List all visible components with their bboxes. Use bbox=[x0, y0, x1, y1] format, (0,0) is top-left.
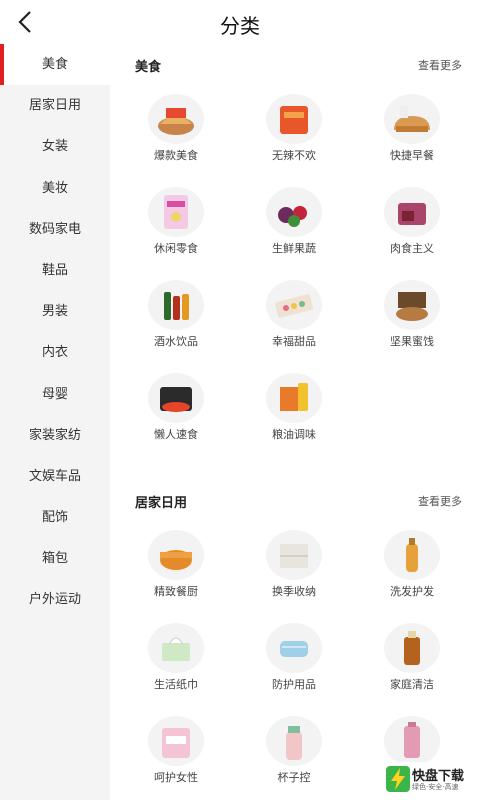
tissue-icon bbox=[148, 623, 204, 673]
mask-icon bbox=[266, 623, 322, 673]
subcategory-label: 休闲零食 bbox=[154, 242, 198, 255]
bottles-icon bbox=[148, 280, 204, 330]
section-title: 居家日用 bbox=[135, 496, 188, 511]
subcategory-label: 粮油调味 bbox=[272, 428, 316, 441]
subcategory-label: 呵护女性 bbox=[154, 771, 198, 784]
subcategory-item[interactable]: 杯子控 bbox=[233, 706, 351, 799]
pot-icon bbox=[148, 530, 204, 580]
category-content: 美食 查看更多 爆款美食 无辣不欢 快捷早餐 休闲零食 生鲜果蔬 肉食主义 酒水饮品 幸福甜品 坚果… bbox=[110, 44, 480, 800]
subcategory-label: 幸福甜品 bbox=[272, 335, 316, 348]
shampoo-icon bbox=[384, 530, 440, 580]
watermark-logo: 快盘下载 绿色·安全·高速 bbox=[382, 762, 474, 796]
subcategory-label: 肉食主义 bbox=[390, 242, 434, 255]
category-sidebar: 美食 居家日用 女装 美妆 数码家电 鞋品 男装 内衣 母婴 家装家纺 文娱车品 配饰 箱包 户外运动 bbox=[0, 44, 110, 800]
sidebar-item[interactable]: 女装 bbox=[0, 126, 110, 167]
subcategory-item[interactable]: 坚果蜜饯 bbox=[351, 270, 469, 363]
storage-box-icon bbox=[266, 530, 322, 580]
subcategory-label: 洗发护发 bbox=[390, 585, 434, 598]
subcategory-item[interactable]: 粮油调味 bbox=[233, 363, 351, 456]
sidebar-item[interactable]: 居家日用 bbox=[0, 85, 110, 126]
subcategory-item[interactable]: 呵护女性 bbox=[115, 706, 233, 799]
subcategory-label: 爆款美食 bbox=[154, 149, 198, 162]
subcategory-label: 酒水饮品 bbox=[154, 335, 198, 348]
watermark-subtext: 绿色·安全·高速 bbox=[412, 783, 459, 791]
subcategory-item[interactable]: 精致餐厨 bbox=[115, 520, 233, 613]
macaron-box-icon bbox=[266, 280, 322, 330]
subcategory-item[interactable]: 休闲零食 bbox=[115, 177, 233, 270]
sidebar-item[interactable]: 家装家纺 bbox=[0, 415, 110, 456]
view-more-link[interactable]: 查看更多 bbox=[418, 493, 462, 509]
section-header: 美食 查看更多 bbox=[110, 44, 480, 84]
subcategory-item[interactable]: 洗发护发 bbox=[351, 520, 469, 613]
subcategory-label: 杯子控 bbox=[277, 771, 311, 784]
subcategory-label: 坚果蜜饯 bbox=[390, 335, 434, 348]
sidebar-item[interactable]: 箱包 bbox=[0, 538, 110, 579]
subcategory-item[interactable]: 生活纸巾 bbox=[115, 613, 233, 706]
subcategory-label: 生鲜果蔬 bbox=[272, 242, 316, 255]
sidebar-item[interactable]: 鞋品 bbox=[0, 250, 110, 291]
sidebar-item[interactable]: 美食 bbox=[0, 44, 110, 86]
subcategory-grid: 爆款美食 无辣不欢 快捷早餐休闲零食 生鲜果蔬 肉食主义酒水饮品 幸福甜品 坚果蜜饯懒人速食… bbox=[115, 84, 480, 456]
subcategory-item[interactable]: 无辣不欢 bbox=[233, 84, 351, 177]
sidebar-item[interactable]: 户外运动 bbox=[0, 579, 110, 620]
oil-rice-icon bbox=[266, 373, 322, 423]
subcategory-label: 懒人速食 bbox=[154, 428, 198, 441]
subcategory-item[interactable]: 换季收纳 bbox=[233, 520, 351, 613]
pad-icon bbox=[148, 716, 204, 766]
subcategory-item[interactable]: 酒水饮品 bbox=[115, 270, 233, 363]
section-title: 美食 bbox=[135, 60, 162, 75]
subcategory-label: 生活纸巾 bbox=[154, 678, 198, 691]
subcategory-item[interactable]: 快捷早餐 bbox=[351, 84, 469, 177]
sidebar-item[interactable]: 内衣 bbox=[0, 332, 110, 373]
header-bar: 分类 bbox=[0, 0, 480, 44]
snack-bag-icon bbox=[148, 187, 204, 237]
lightning-logo-icon bbox=[386, 766, 410, 792]
view-more-link[interactable]: 查看更多 bbox=[418, 57, 462, 73]
subcategory-item[interactable]: 懒人速食 bbox=[115, 363, 233, 456]
subcategory-label: 精致餐厨 bbox=[154, 585, 198, 598]
cup-icon bbox=[266, 716, 322, 766]
instant-noodle-icon bbox=[148, 373, 204, 423]
sidebar-item[interactable]: 配饰 bbox=[0, 497, 110, 538]
noodle-bowl-icon bbox=[148, 94, 204, 144]
section-header: 居家日用 查看更多 bbox=[110, 480, 480, 520]
spicy-snack-icon bbox=[266, 94, 322, 144]
subcategory-item[interactable]: 家庭清洁 bbox=[351, 613, 469, 706]
cleaner-bottle-icon bbox=[384, 623, 440, 673]
sidebar-item[interactable]: 男装 bbox=[0, 291, 110, 332]
subcategory-label: 防护用品 bbox=[272, 678, 316, 691]
body-wash-icon bbox=[384, 716, 440, 766]
subcategory-label: 无辣不欢 bbox=[272, 149, 316, 162]
fruit-icon bbox=[266, 187, 322, 237]
subcategory-item[interactable]: 爆款美食 bbox=[115, 84, 233, 177]
sidebar-item[interactable]: 母婴 bbox=[0, 374, 110, 415]
subcategory-label: 换季收纳 bbox=[272, 585, 316, 598]
subcategory-item[interactable]: 防护用品 bbox=[233, 613, 351, 706]
subcategory-item[interactable]: 肉食主义 bbox=[351, 177, 469, 270]
sidebar-item[interactable]: 美妆 bbox=[0, 168, 110, 209]
nuts-icon bbox=[384, 280, 440, 330]
subcategory-grid: 精致餐厨换季收纳洗发护发生活纸巾防护用品家庭清洁呵护女性杯子控沐浴香体 bbox=[115, 520, 480, 799]
subcategory-label: 快捷早餐 bbox=[390, 149, 434, 162]
meat-icon bbox=[384, 187, 440, 237]
page-title: 分类 bbox=[220, 14, 260, 38]
bread-icon bbox=[384, 94, 440, 144]
sidebar-item[interactable]: 文娱车品 bbox=[0, 456, 110, 497]
sidebar-item[interactable]: 数码家电 bbox=[0, 209, 110, 250]
subcategory-item[interactable]: 生鲜果蔬 bbox=[233, 177, 351, 270]
subcategory-label: 家庭清洁 bbox=[390, 678, 434, 691]
subcategory-item[interactable]: 幸福甜品 bbox=[233, 270, 351, 363]
